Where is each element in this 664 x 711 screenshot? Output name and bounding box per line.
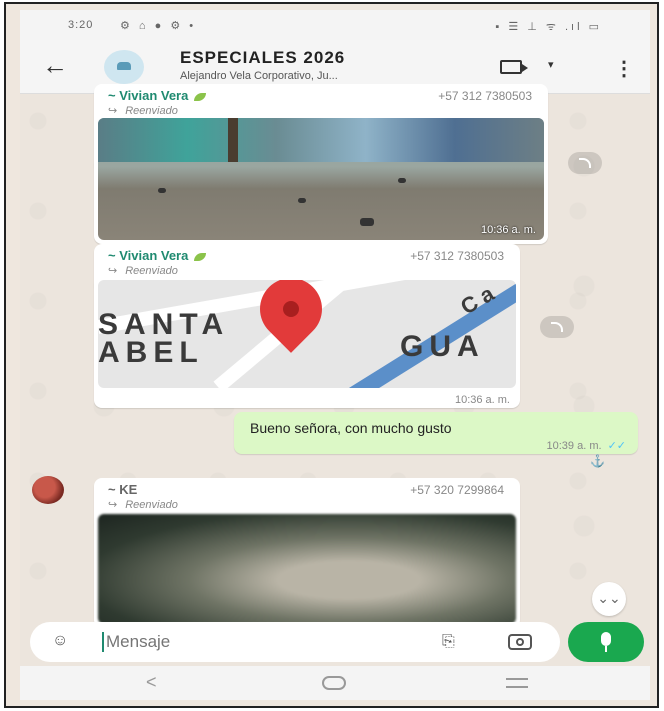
leaf-icon bbox=[194, 252, 207, 261]
avatar[interactable] bbox=[32, 476, 64, 504]
video-call-icon[interactable] bbox=[500, 60, 528, 74]
debris bbox=[298, 198, 306, 203]
camera-icon[interactable] bbox=[508, 634, 532, 650]
scroll-down-button[interactable]: ⌄⌄ bbox=[592, 582, 626, 616]
status-time: 3:20 bbox=[68, 19, 94, 31]
sender-name: ~ Vivian Vera bbox=[108, 88, 207, 103]
sender-phone: +57 320 7299864 bbox=[410, 483, 504, 497]
system-nav-bar: < bbox=[20, 666, 650, 700]
forward-icon: ↪ bbox=[108, 105, 118, 117]
sender-phone: +57 312 7380503 bbox=[438, 89, 532, 103]
tree-trunk bbox=[228, 118, 238, 162]
sender-name: ~ Vivian Vera bbox=[108, 248, 207, 263]
more-options-icon[interactable]: ⋮ bbox=[614, 56, 634, 81]
message-image-bubble[interactable]: ~ Vivian Vera +57 312 7380503 ↪ Reenviado… bbox=[94, 84, 548, 244]
group-avatar[interactable] bbox=[104, 50, 144, 84]
forwarded-label: ↪ Reenviado bbox=[108, 265, 178, 277]
share-icon[interactable] bbox=[540, 316, 574, 338]
text-cursor bbox=[102, 632, 104, 652]
screenshot-frame: 3:20 ⚙ ⌂ ● ⚙ • ▪ ☰ ⊥ ᯤ .ıl ▭ ← ESPECIALE… bbox=[4, 2, 659, 708]
chat-subtitle[interactable]: Alejandro Vela Corporativo, Ju... bbox=[180, 70, 338, 82]
message-input[interactable] bbox=[106, 632, 406, 652]
system-icons: ▪ ☰ ⊥ ᯤ .ıl ▭ bbox=[495, 21, 602, 33]
attach-icon[interactable]: ⎘ bbox=[442, 633, 455, 651]
back-arrow-icon[interactable]: ← bbox=[42, 50, 68, 81]
map-label: ABEL bbox=[98, 336, 204, 369]
message-outgoing-bubble[interactable]: Bueno señora, con mucho gusto 10:39 a. m… bbox=[234, 412, 638, 454]
notification-icons: ⚙ ⌂ ● ⚙ • bbox=[120, 20, 197, 32]
debris bbox=[158, 188, 166, 193]
phone-screen: 3:20 ⚙ ⌂ ● ⚙ • ▪ ☰ ⊥ ᯤ .ıl ▭ ← ESPECIALE… bbox=[20, 10, 650, 700]
message-time: 10:36 a. m. bbox=[480, 224, 536, 236]
status-bar: 3:20 ⚙ ⌂ ● ⚙ • ▪ ☰ ⊥ ᯤ .ıl ▭ bbox=[20, 10, 650, 40]
map-label: GUA bbox=[400, 330, 485, 363]
message-text: Bueno señora, con mucho gusto bbox=[250, 420, 452, 436]
chevron-down-icon[interactable]: ▾ bbox=[548, 58, 554, 71]
nav-recents-icon[interactable] bbox=[506, 678, 528, 688]
mic-button[interactable] bbox=[568, 622, 644, 662]
street-photo[interactable]: 10:36 a. m. bbox=[98, 118, 544, 240]
debris bbox=[360, 218, 374, 226]
forwarded-label: ↪ Reenviado bbox=[108, 499, 178, 511]
debris bbox=[398, 178, 406, 183]
blurred-photo[interactable] bbox=[98, 514, 516, 624]
message-image-bubble[interactable]: ~ KE +57 320 7299864 ↪ Reenviado bbox=[94, 478, 520, 628]
reaction-icon[interactable]: ⚓ bbox=[590, 454, 605, 468]
message-composer: ☺ ⎘ bbox=[30, 622, 560, 662]
emoji-icon[interactable]: ☺ bbox=[52, 632, 68, 650]
message-location-bubble[interactable]: ~ Vivian Vera +57 312 7380503 ↪ Reenviado… bbox=[94, 244, 520, 408]
leaf-icon bbox=[194, 92, 207, 101]
nav-back-icon[interactable]: < bbox=[146, 672, 157, 693]
location-map[interactable]: SANTA ABEL GUA Ca bbox=[98, 280, 516, 388]
nav-home-icon[interactable] bbox=[322, 676, 346, 690]
chat-title[interactable]: ESPECIALES 2026 bbox=[180, 48, 345, 68]
message-time: 10:36 a. m. bbox=[454, 394, 510, 406]
read-ticks-icon: ✓✓ bbox=[607, 440, 626, 452]
message-time: 10:39 a. m. ✓✓ bbox=[546, 440, 626, 452]
forwarded-label: ↪ Reenviado bbox=[108, 105, 178, 117]
share-icon[interactable] bbox=[568, 152, 602, 174]
forward-icon: ↪ bbox=[108, 265, 118, 277]
sender-name: ~ KE bbox=[108, 482, 138, 497]
graffiti-wall bbox=[98, 118, 544, 162]
forward-icon: ↪ bbox=[108, 499, 118, 511]
sender-phone: +57 312 7380503 bbox=[410, 249, 504, 263]
